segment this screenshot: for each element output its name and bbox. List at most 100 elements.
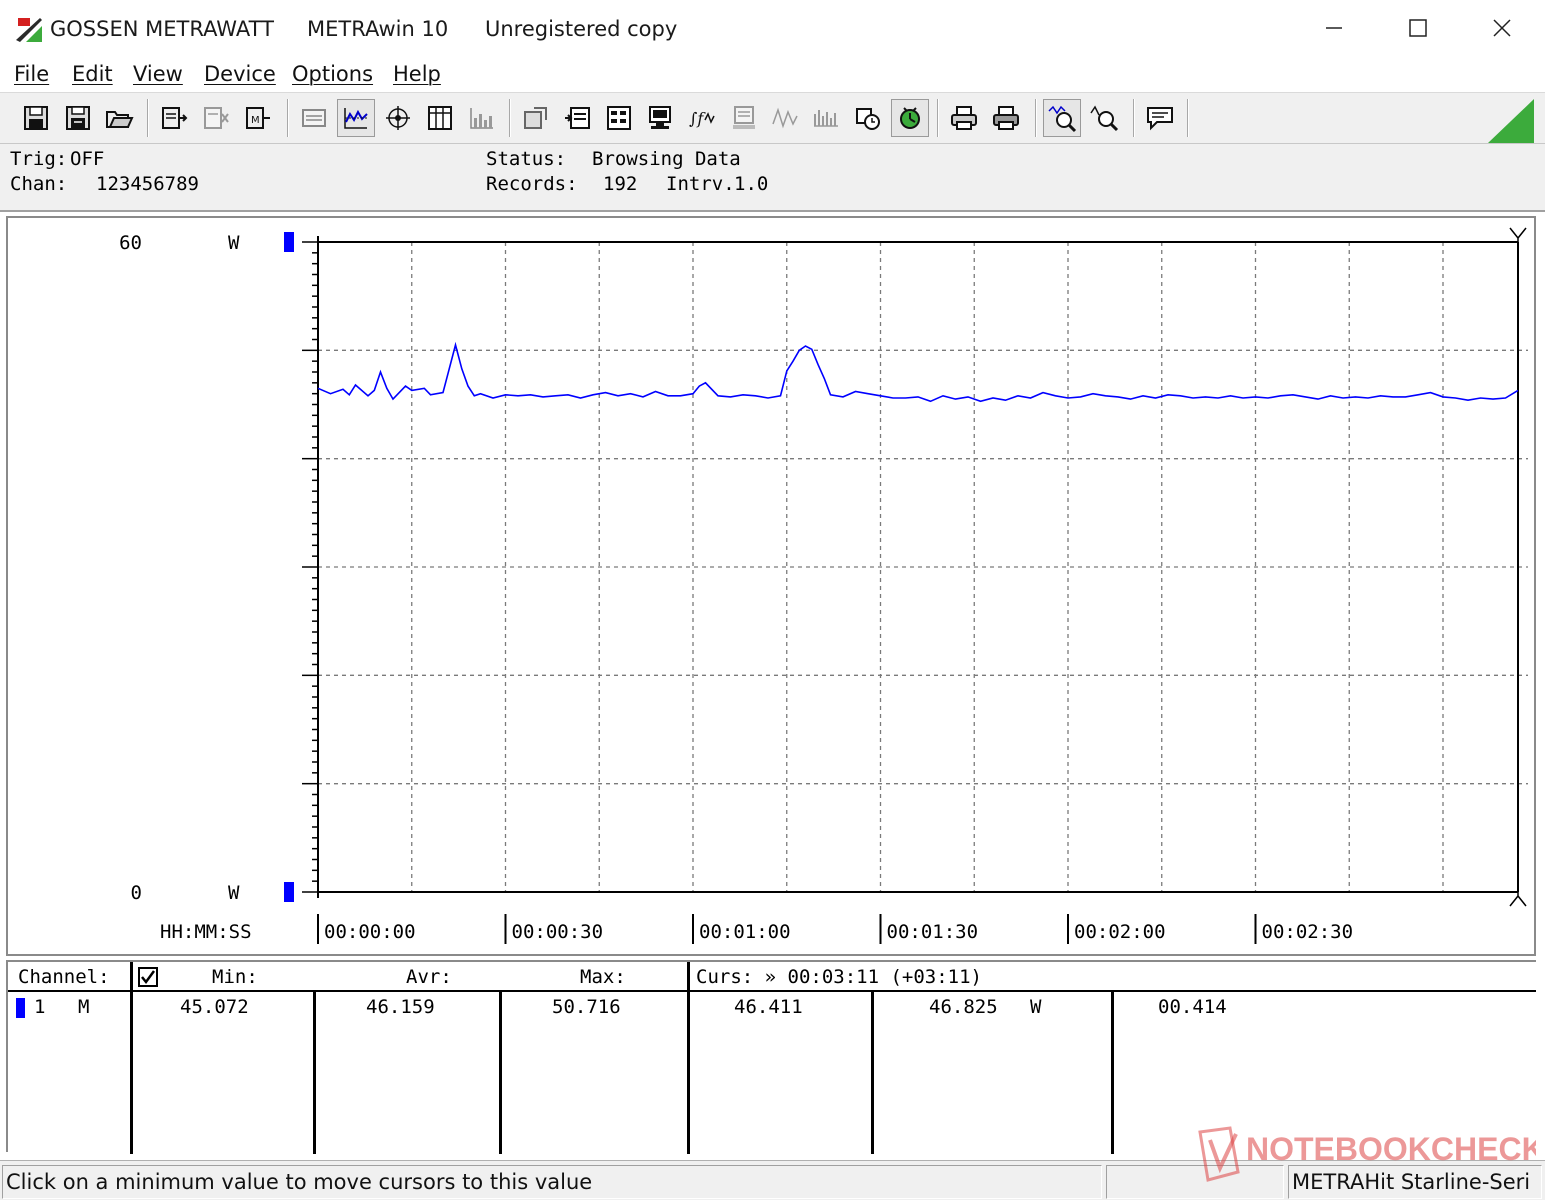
save-as-icon (66, 106, 90, 130)
tb-save-as[interactable] (59, 99, 97, 137)
toolbar-separator (937, 99, 939, 137)
tb-save[interactable] (17, 99, 55, 137)
cursor-top-marker (1509, 227, 1527, 246)
menu-options[interactable]: Options (292, 62, 373, 86)
tb-events[interactable] (600, 99, 638, 137)
cursor2-value: 46.825 (929, 996, 998, 1018)
numeric-display-icon (302, 109, 326, 127)
menu-edit[interactable]: Edit (72, 62, 113, 86)
tb-print[interactable] (945, 99, 983, 137)
bar-chart-icon (470, 108, 493, 129)
maximize-button[interactable] (1376, 0, 1460, 56)
y-unit-label: W (228, 882, 240, 904)
tb-table[interactable] (421, 99, 459, 137)
tb-timer[interactable] (849, 99, 887, 137)
menu-bar: File Edit View Device Options Help (0, 56, 1545, 92)
chart-frame: 60 W 0 W HH:MM:SS 00:00:00 00:00:30 00:01:00 00:… (6, 216, 1536, 956)
col-divider (871, 992, 874, 1154)
trig-value: OFF (70, 148, 105, 170)
tb-read-memory[interactable] (155, 99, 193, 137)
x-tick-label: 00:00:30 (512, 921, 604, 943)
toolbar-separator (147, 99, 149, 137)
check-icon (141, 970, 156, 985)
col-divider (130, 962, 133, 990)
formula-icon: ∫f (689, 109, 715, 128)
read-memory-icon (162, 107, 188, 129)
tb-device-screen[interactable] (641, 99, 679, 137)
min-header: Min: (212, 966, 258, 988)
print-preview-icon (993, 106, 1019, 130)
tb-open[interactable] (100, 99, 138, 137)
tb-recorder[interactable] (725, 99, 763, 137)
channel-scale-marker (284, 232, 294, 252)
signal-strength-icon (1488, 99, 1534, 143)
menu-file[interactable]: File (14, 62, 49, 86)
max-value[interactable]: 50.716 (552, 996, 621, 1018)
close-button[interactable] (1460, 0, 1544, 56)
menu-view[interactable]: View (133, 62, 183, 86)
channel-color-marker (16, 998, 25, 1018)
max-header: Max: (580, 966, 626, 988)
tb-spectrum[interactable] (807, 99, 845, 137)
toolbar-separator (1133, 99, 1135, 137)
min-value[interactable]: 45.072 (180, 996, 249, 1018)
tb-clear-memory[interactable] (197, 99, 235, 137)
channel-mode: M (78, 996, 90, 1018)
watermark-text: NOTEBOOKCHECK (1246, 1131, 1536, 1167)
open-folder-icon (106, 111, 134, 128)
notebookcheck-logo-icon: NOTEBOOKCHECK (1198, 1126, 1545, 1182)
recorder-icon (733, 106, 755, 129)
channel-checkbox[interactable] (138, 967, 158, 987)
trig-label: Trig: (10, 148, 68, 170)
cursor-delta: 00.414 (1158, 996, 1227, 1018)
x-axis-label: HH:MM:SS (160, 921, 252, 943)
tb-waveform[interactable] (766, 99, 804, 137)
cursor-bottom-marker (1509, 888, 1527, 907)
tb-online[interactable]: M (239, 99, 277, 137)
tb-message[interactable] (1141, 99, 1179, 137)
minimize-icon (1326, 27, 1342, 29)
tb-formula[interactable]: ∫f (683, 99, 721, 137)
line-chart-icon (344, 108, 368, 129)
timer-icon (856, 108, 880, 130)
channel-number[interactable]: 1 (34, 996, 45, 1018)
zoom-icon (1048, 105, 1077, 133)
col-divider (687, 962, 690, 990)
intrv-value: 1.0 (734, 173, 769, 195)
x-tick-label: 00:02:30 (1262, 921, 1354, 943)
tb-print-preview[interactable] (987, 99, 1025, 137)
device-screen-icon (649, 106, 671, 129)
menu-device[interactable]: Device (204, 62, 276, 86)
xy-chart-icon (386, 106, 410, 130)
toolbar-separator (287, 99, 289, 137)
x-tick-label: 00:01:00 (699, 921, 791, 943)
clear-memory-icon (204, 107, 229, 129)
power-chart[interactable]: 60 W 0 W HH:MM:SS 00:00:00 00:00:30 00:01:00 00:… (8, 218, 1534, 954)
close-icon (1493, 19, 1511, 37)
col-divider (313, 992, 316, 1154)
message-icon (1147, 107, 1173, 131)
tb-zoom-out[interactable] (1085, 99, 1123, 137)
y-tick-label: 0 (131, 882, 142, 904)
tb-add-marker[interactable] (517, 99, 555, 137)
minimize-button[interactable] (1292, 0, 1376, 56)
tb-recording[interactable] (891, 99, 929, 137)
info-panel: Trig: OFF Chan: 123456789 Status: Browsi… (0, 144, 1545, 212)
toolbar: M ∫f (0, 92, 1545, 144)
y-unit-label: W (228, 232, 240, 254)
license-title: Unregistered copy (485, 17, 678, 41)
spectrum-icon (814, 110, 838, 127)
chan-value: 123456789 (96, 173, 199, 195)
tb-list[interactable] (559, 99, 597, 137)
table-view-icon (428, 106, 452, 130)
cursor1-value: 46.411 (734, 996, 803, 1018)
tb-xy-chart[interactable] (379, 99, 417, 137)
title-bar: GOSSEN METRAWATT METRAwin 10 Unregistere… (0, 0, 1545, 56)
menu-help[interactable]: Help (393, 62, 441, 86)
tb-line-chart[interactable] (337, 99, 375, 137)
col-divider (130, 992, 133, 1154)
x-tick-label: 00:02:00 (1074, 921, 1166, 943)
tb-numeric[interactable] (295, 99, 333, 137)
tb-bar-chart[interactable] (463, 99, 501, 137)
tb-zoom[interactable] (1043, 99, 1081, 137)
